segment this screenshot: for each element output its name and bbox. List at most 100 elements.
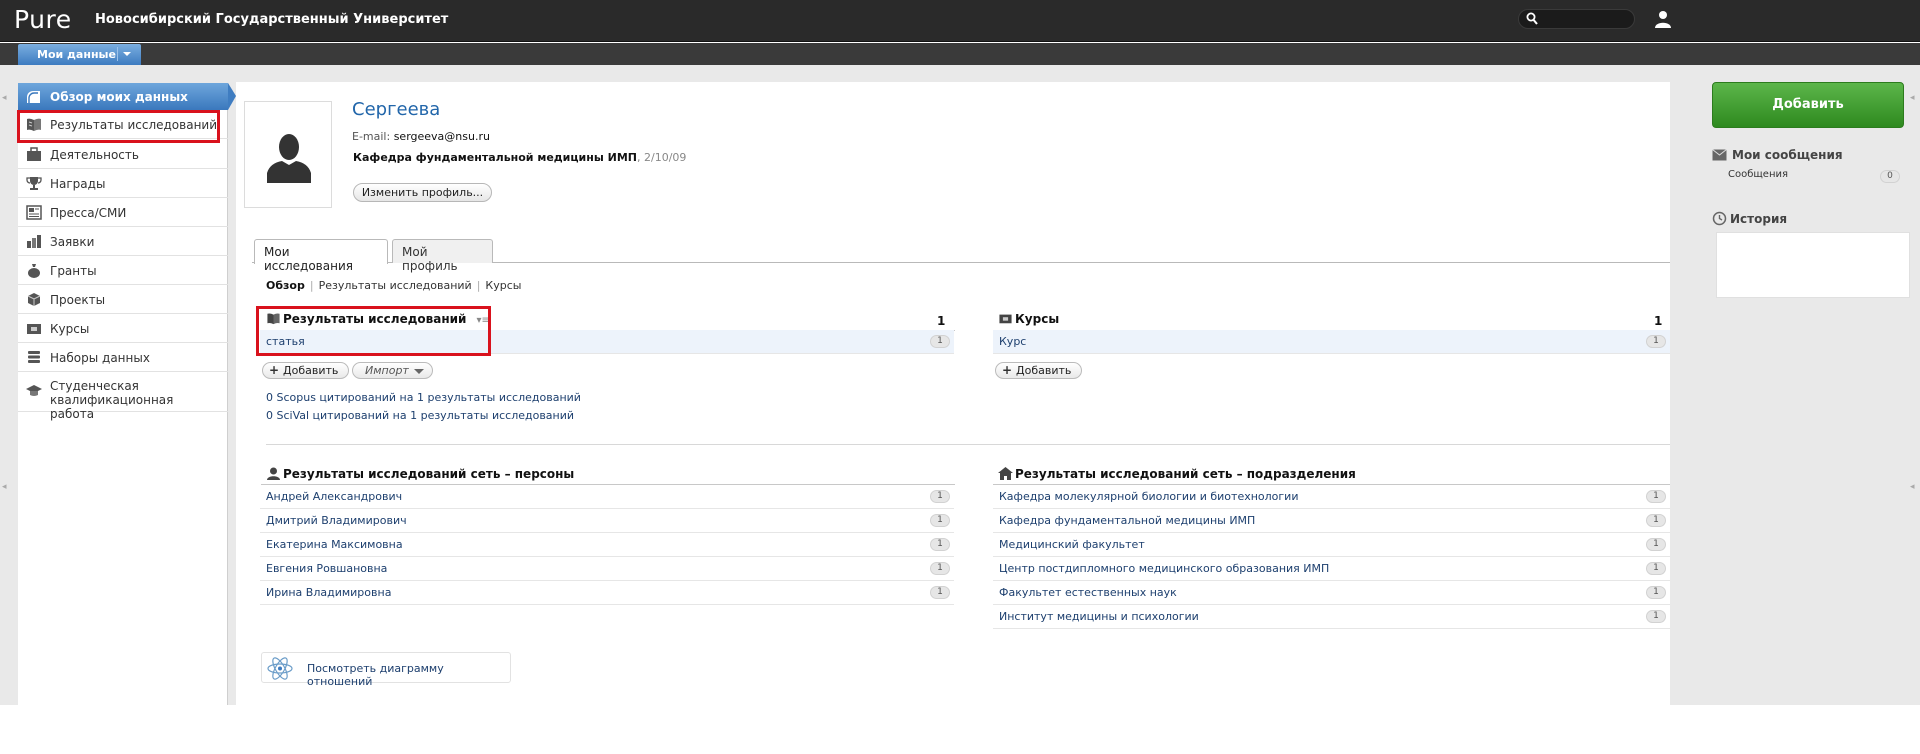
plus-icon: + <box>1002 363 1013 377</box>
messages-row[interactable]: Сообщения 0 <box>1728 169 1904 186</box>
atom-icon <box>267 657 293 680</box>
sidebar-item-datasets[interactable]: Наборы данных <box>18 343 228 372</box>
sidebar-item-label: Студенческая квалификационная работа <box>50 379 174 421</box>
courses-count: 1 <box>1654 314 1663 328</box>
research-output-count: 1 <box>937 314 946 328</box>
import-button[interactable]: Импорт <box>352 362 433 379</box>
sidebar-item-overview[interactable]: Обзор моих данных <box>18 83 236 110</box>
sidebar-item-student-theses[interactable]: Студенческая квалификационная работа <box>18 372 228 421</box>
search-input[interactable] <box>1543 12 1631 26</box>
network-units-title: Результаты исследований сеть – подраздел… <box>1015 467 1356 481</box>
sidebar-item-projects[interactable]: Проекты <box>18 285 228 314</box>
list-item[interactable]: Ирина Владимировна 1 <box>260 581 954 605</box>
collapse-left-icon[interactable]: ◂ <box>2 93 7 103</box>
count-badge: 1 <box>930 335 950 348</box>
profile-name[interactable]: Сергеева <box>352 99 440 120</box>
list-item[interactable]: Екатерина Максимовна 1 <box>260 533 954 557</box>
nav-bar: Мои данные <box>0 43 1920 65</box>
my-messages-header: Мои сообщения <box>1712 148 1843 162</box>
person-silhouette-icon <box>267 134 311 183</box>
avatar <box>244 101 332 208</box>
envelope-icon <box>1712 149 1727 161</box>
count-badge: 1 <box>1646 335 1666 348</box>
scival-citations-link[interactable]: 0 SciVal цитирований на 1 результаты исс… <box>266 409 574 422</box>
department-row: Кафедра фундаментальной медицины ИМП, 2/… <box>353 151 686 164</box>
relationship-diagram-button[interactable]: Посмотреть диаграмму отношений <box>261 652 511 688</box>
sidebar: Обзор моих данных Результаты исследовани… <box>18 83 236 705</box>
sub-navigation: Обзор | Результаты исследований | Курсы <box>266 279 522 292</box>
subnav-courses[interactable]: Курсы <box>485 279 521 292</box>
list-item[interactable]: Андрей Александрович 1 <box>260 485 954 509</box>
list-item-label: Курс <box>999 335 1027 348</box>
list-item[interactable]: Медицинский факультет 1 <box>993 533 1670 557</box>
my-data-label: Мои данные <box>37 48 116 61</box>
count-badge: 0 <box>1880 170 1900 183</box>
tab-my-profile[interactable]: Мой профиль <box>392 239 493 273</box>
cube-icon <box>27 293 41 306</box>
list-item[interactable]: Институт медицины и психологии 1 <box>993 605 1670 629</box>
sidebar-item-press[interactable]: Пресса/СМИ <box>18 198 228 227</box>
trophy-icon <box>26 177 42 190</box>
collapse-right-icon[interactable]: ◂ <box>1910 93 1915 103</box>
top-bar: Pure Новосибирский Государственный Униве… <box>0 0 1920 42</box>
collapse-right-icon[interactable]: ◂ <box>1910 482 1915 492</box>
count-badge: 1 <box>1646 538 1666 551</box>
subnav-overview[interactable]: Обзор <box>266 279 305 292</box>
list-item[interactable]: Курс 1 <box>993 330 1670 354</box>
clock-icon <box>1712 211 1727 226</box>
sidebar-item-label: Деятельность <box>50 148 139 162</box>
add-button[interactable]: Добавить <box>1712 82 1904 128</box>
list-item[interactable]: Факультет естественных наук 1 <box>993 581 1670 605</box>
history-title: История <box>1730 212 1788 226</box>
newspaper-icon <box>26 205 42 220</box>
email-value[interactable]: sergeeva@nsu.ru <box>394 130 490 143</box>
list-item[interactable]: Центр постдипломного медицинского образо… <box>993 557 1670 581</box>
highlight-box-research <box>256 306 491 356</box>
count-badge: 1 <box>1646 490 1666 503</box>
sidebar-item-applications[interactable]: Заявки <box>18 227 228 256</box>
sidebar-item-activity[interactable]: Деятельность <box>18 140 228 169</box>
search-icon[interactable] <box>1526 12 1538 26</box>
count-badge: 1 <box>930 514 950 527</box>
sidebar-item-label: Проекты <box>50 293 106 307</box>
edit-profile-button[interactable]: Изменить профиль... <box>353 183 492 202</box>
history-panel <box>1716 232 1910 298</box>
search-box[interactable] <box>1518 9 1635 29</box>
university-name: Новосибирский Государственный Университе… <box>95 12 449 27</box>
collapse-left-icon[interactable]: ◂ <box>2 482 7 492</box>
list-item[interactable]: Евгения Ровшановна 1 <box>260 557 954 581</box>
add-course-button[interactable]: + Добавить <box>995 362 1082 379</box>
diagram-button-label: Посмотреть диаграмму отношений <box>307 662 444 688</box>
sidebar-item-label: Пресса/СМИ <box>50 206 127 220</box>
sidebar-item-label: Заявки <box>50 235 95 249</box>
list-item[interactable]: Кафедра фундаментальной медицины ИМП 1 <box>993 509 1670 533</box>
email-label: E-mail: <box>352 130 391 143</box>
user-icon[interactable] <box>1654 10 1672 28</box>
sidebar-item-awards[interactable]: Награды <box>18 169 228 198</box>
app-logo[interactable]: Pure <box>14 5 72 34</box>
courses-header: Курсы <box>998 312 1059 326</box>
count-badge: 1 <box>930 538 950 551</box>
add-research-button[interactable]: + Добавить <box>262 362 349 379</box>
subnav-research-output[interactable]: Результаты исследований <box>319 279 472 292</box>
money-bag-icon <box>28 264 40 278</box>
course-icon <box>27 324 41 334</box>
history-header: История <box>1712 211 1787 226</box>
count-badge: 1 <box>1646 610 1666 623</box>
chevron-down-icon[interactable] <box>123 52 131 56</box>
sidebar-item-label: Гранты <box>50 264 97 278</box>
network-persons-header: Результаты исследований сеть – персоны <box>266 467 574 481</box>
department[interactable]: Кафедра фундаментальной медицины ИМП <box>353 151 637 164</box>
tab-my-research[interactable]: Мои исследования <box>254 239 388 273</box>
network-units-header: Результаты исследований сеть – подраздел… <box>998 467 1356 481</box>
list-item[interactable]: Кафедра молекулярной биологии и биотехно… <box>993 485 1670 509</box>
my-data-button[interactable]: Мои данные <box>18 44 141 65</box>
highlight-box-sidebar <box>17 110 220 143</box>
list-item[interactable]: Дмитрий Владимирович 1 <box>260 509 954 533</box>
scopus-citations-link[interactable]: 0 Scopus цитирований на 1 результаты исс… <box>266 391 581 404</box>
sidebar-item-grants[interactable]: Гранты <box>18 256 228 285</box>
sidebar-item-label: Награды <box>50 177 106 191</box>
home-icon <box>998 467 1013 480</box>
start-date: , 2/10/09 <box>637 151 687 164</box>
sidebar-item-courses[interactable]: Курсы <box>18 314 228 343</box>
